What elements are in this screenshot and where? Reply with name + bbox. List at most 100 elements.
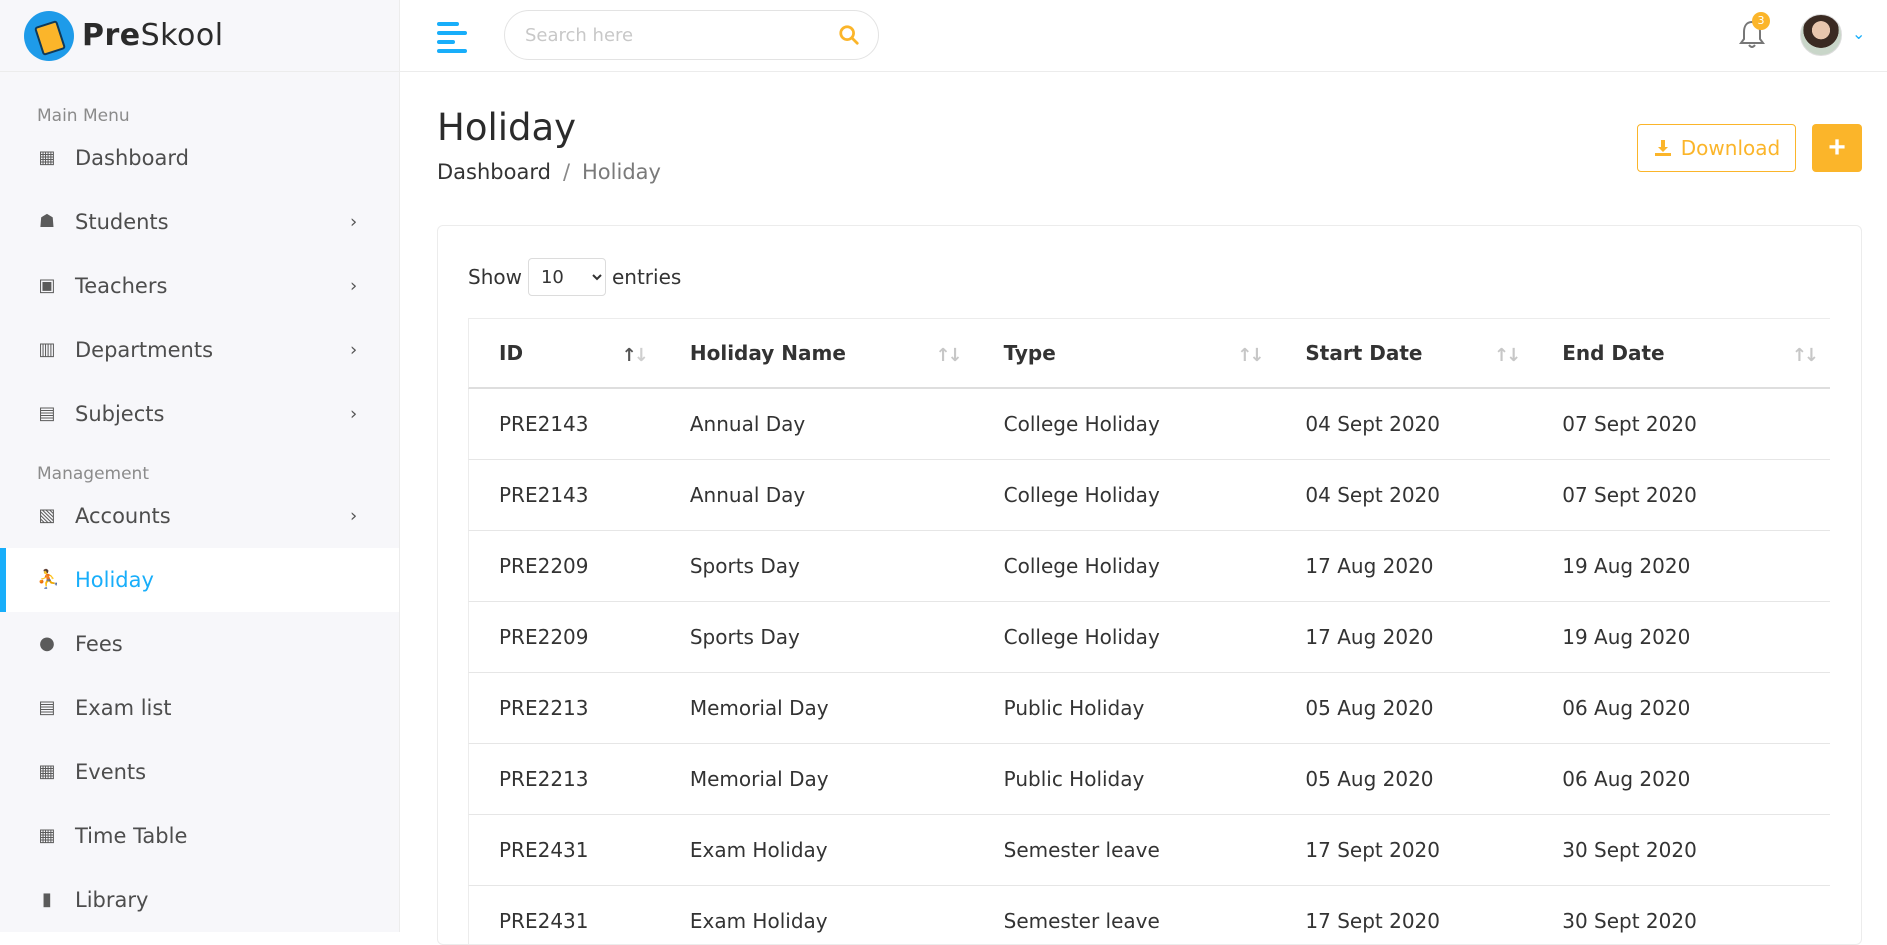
table-cell: PRE2213 [469, 744, 660, 814]
table-cell: Sports Day [660, 531, 974, 601]
sidebar-item-label: Departments [75, 338, 213, 362]
sidebar-item-events[interactable]: ▦Events [0, 740, 399, 804]
table-cell: Public Holiday [974, 744, 1276, 814]
search-input[interactable] [525, 25, 825, 46]
table-cell: Annual Day [660, 389, 974, 459]
logo[interactable]: PreSkool [0, 0, 399, 72]
breadcrumb-home-link[interactable]: Dashboard [437, 160, 551, 184]
search-icon[interactable] [838, 24, 860, 46]
table-row[interactable]: PRE2431Exam HolidaySemester leave17 Sept… [468, 815, 1830, 886]
avatar[interactable] [1800, 14, 1842, 56]
sidebar-item-exam-list[interactable]: ▤Exam list [0, 676, 399, 740]
table-row[interactable]: PRE2209Sports DayCollege Holiday17 Aug 2… [468, 531, 1830, 602]
sidebar-item-label: Exam list [75, 696, 172, 720]
column-header-label: Start Date [1305, 341, 1422, 365]
building-icon: ▥ [37, 340, 57, 360]
chevron-right-icon: › [350, 340, 357, 361]
table-icon: ▦ [37, 826, 57, 846]
table-cell: 17 Aug 2020 [1275, 602, 1532, 672]
page-title: Holiday [437, 106, 576, 149]
sidebar-item-label: Fees [75, 632, 123, 656]
page-size-select[interactable]: 10 [528, 258, 606, 296]
sidebar-item-dashboard[interactable]: ▦Dashboard [0, 126, 399, 190]
table-row[interactable]: PRE2431Exam HolidaySemester leave17 Sept… [468, 886, 1830, 945]
search-bar [504, 10, 879, 60]
column-header-label: End Date [1562, 341, 1664, 365]
sort-icon[interactable]: ↑↓ [1494, 345, 1518, 366]
sidebar-item-label: Subjects [75, 402, 164, 426]
sidebar-item-fees[interactable]: ● Fees [0, 612, 399, 676]
sidebar-item-holiday[interactable]: ⛹Holiday [0, 548, 399, 612]
table-cell: PRE2143 [469, 460, 660, 530]
table-cell: PRE2213 [469, 673, 660, 743]
sort-icon[interactable]: ↑↓ [935, 345, 959, 366]
breadcrumb: Dashboard / Holiday [437, 160, 661, 184]
download-icon [1653, 138, 1673, 158]
menu-section-title: Management [0, 452, 399, 484]
table-cell: College Holiday [974, 602, 1276, 672]
table-cell: PRE2209 [469, 531, 660, 601]
table-cell: 06 Aug 2020 [1532, 673, 1830, 743]
column-header-label: Holiday Name [690, 341, 846, 365]
add-holiday-button[interactable]: + [1812, 124, 1862, 172]
column-header-label: Type [1004, 341, 1056, 365]
sort-icon[interactable]: ↑↓ [1792, 345, 1816, 366]
sidebar-item-label: Students [75, 210, 169, 234]
download-button[interactable]: Download [1637, 124, 1796, 172]
sidebar-item-time-table[interactable]: ▦Time Table [0, 804, 399, 868]
invoice-icon: ▧ [37, 506, 57, 526]
table-cell: 30 Sept 2020 [1532, 815, 1830, 885]
column-header[interactable]: ID↑↓ [469, 319, 660, 387]
sidebar-item-label: Library [75, 888, 148, 912]
student-icon: ☗ [37, 212, 57, 232]
holiday-table: ID↑↓Holiday Name↑↓Type↑↓Start Date↑↓End … [468, 318, 1830, 945]
column-header[interactable]: Start Date ↑↓ [1275, 319, 1532, 387]
table-cell: College Holiday [974, 389, 1276, 459]
table-cell: College Holiday [974, 460, 1276, 530]
holiday-icon: ⛹ [37, 570, 57, 590]
column-header[interactable]: Type ↑↓ [974, 319, 1276, 387]
sidebar-item-subjects[interactable]: ▤Subjects› [0, 382, 399, 446]
sort-icon[interactable]: ↑↓ [622, 345, 646, 366]
column-header[interactable]: Holiday Name ↑↓ [660, 319, 974, 387]
sidebar-item-label: Accounts [75, 504, 171, 528]
table-cell: 30 Sept 2020 [1532, 886, 1830, 945]
breadcrumb-separator: / [563, 160, 570, 184]
sidebar-item-students[interactable]: ☗Students› [0, 190, 399, 254]
menu-toggle-icon[interactable] [437, 22, 467, 50]
table-cell: 19 Aug 2020 [1532, 602, 1830, 672]
table-row[interactable]: PRE2143Annual DayCollege Holiday04 Sept … [468, 460, 1830, 531]
table-row[interactable]: PRE2213Memorial DayPublic Holiday05 Aug … [468, 673, 1830, 744]
sidebar-item-library[interactable]: ▮Library [0, 868, 399, 932]
table-row[interactable]: PRE2143Annual DayCollege Holiday04 Sept … [468, 389, 1830, 460]
table-cell: Public Holiday [974, 673, 1276, 743]
sidebar-item-label: Teachers [75, 274, 167, 298]
table-row[interactable]: PRE2213Memorial DayPublic Holiday05 Aug … [468, 744, 1830, 815]
table-cell: 07 Sept 2020 [1532, 460, 1830, 530]
table-cell: Memorial Day [660, 744, 974, 814]
logo-icon [24, 11, 74, 61]
table-cell: 07 Sept 2020 [1532, 389, 1830, 459]
table-cell: Semester leave [974, 886, 1276, 945]
chevron-right-icon: › [350, 506, 357, 527]
table-cell: Exam Holiday [660, 815, 974, 885]
sidebar-item-departments[interactable]: ▥ Departments › [0, 318, 399, 382]
table-cell: Annual Day [660, 460, 974, 530]
show-label: Show [468, 265, 522, 289]
sidebar-item-accounts[interactable]: ▧ Accounts › [0, 484, 399, 548]
table-cell: 05 Aug 2020 [1275, 673, 1532, 743]
sidebar-item-teachers[interactable]: ▣Teachers› [0, 254, 399, 318]
sort-icon[interactable]: ↑↓ [1237, 345, 1261, 366]
table-cell: 17 Aug 2020 [1275, 531, 1532, 601]
table-cell: 04 Sept 2020 [1275, 389, 1532, 459]
table-header-row: ID↑↓Holiday Name↑↓Type↑↓Start Date↑↓End … [468, 319, 1830, 389]
book-reader-icon: ▤ [37, 404, 57, 424]
fees-icon: ● [37, 634, 57, 654]
main-content: Holiday Dashboard / Holiday Download + S… [400, 72, 1887, 932]
chevron-down-icon[interactable]: ⌄ [1852, 24, 1865, 43]
table-row[interactable]: PRE2209Sports DayCollege Holiday17 Aug 2… [468, 602, 1830, 673]
table-cell: 19 Aug 2020 [1532, 531, 1830, 601]
brand-name: PreSkool [82, 18, 224, 53]
column-header[interactable]: End Date ↑↓ [1532, 319, 1830, 387]
table-cell: 17 Sept 2020 [1275, 886, 1532, 945]
